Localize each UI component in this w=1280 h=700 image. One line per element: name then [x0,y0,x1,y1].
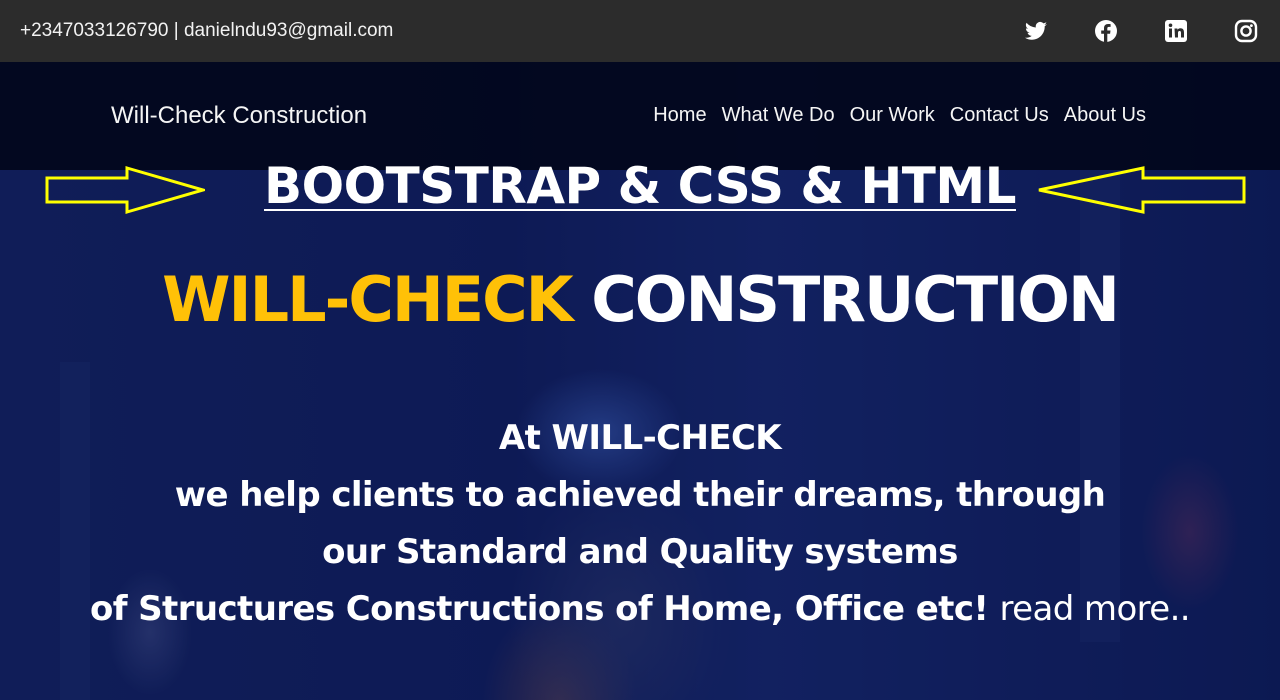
annotation-overlay: BOOTSTRAP & CSS & HTML [0,158,1280,222]
main-navbar: Will-Check Construction Home What We Do … [0,62,1280,170]
hero-title-accent: WILL-CHECK [162,263,573,336]
hero-line: At WILL-CHECK [498,418,782,458]
hero-line: our Standard and Quality systems [322,532,958,572]
contact-info: +2347033126790 | danielndu93@gmail.com [20,20,394,41]
hero-line-last: of Structures Constructions of Home, Off… [0,581,1280,638]
nav-contact-us[interactable]: Contact Us [950,104,1049,127]
hero-title-rest: CONSTRUCTION [591,263,1120,336]
top-contact-bar: +2347033126790 | danielndu93@gmail.com [0,0,1280,62]
nav-home[interactable]: Home [653,104,706,127]
read-more-link[interactable]: read more.. [1000,589,1191,629]
nav-links: Home What We Do Our Work Contact Us Abou… [653,104,1146,127]
twitter-icon[interactable] [1024,19,1048,43]
nav-about-us[interactable]: About Us [1064,104,1146,127]
facebook-icon[interactable] [1094,19,1118,43]
instagram-icon[interactable] [1234,19,1258,43]
hero-title: WILL-CHECK CONSTRUCTION [0,262,1280,338]
brand-logo[interactable]: Will-Check Construction [111,102,367,130]
hero-line-text: of Structures Constructions of Home, Off… [89,589,989,629]
hero-line: we help clients to achieved their dreams… [174,475,1106,515]
nav-our-work[interactable]: Our Work [850,104,935,127]
nav-what-we-do[interactable]: What We Do [722,104,835,127]
page: +2347033126790 | danielndu93@gmail.com W… [0,0,1280,700]
arrow-left-icon [1038,166,1246,214]
social-links [1024,19,1258,43]
linkedin-icon[interactable] [1164,19,1188,43]
hero-description: At WILL-CHECK we help clients to achieve… [0,410,1280,638]
